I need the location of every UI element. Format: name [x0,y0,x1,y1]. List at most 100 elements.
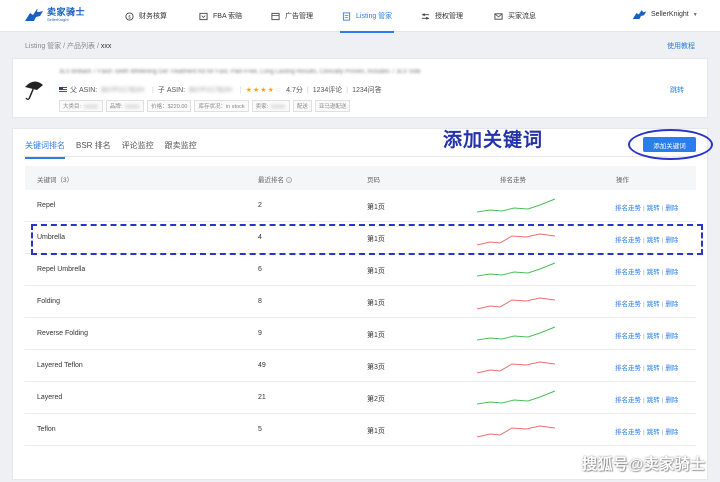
rank-trend-sparkline[interactable] [476,389,556,407]
review-count: 1234评论 [312,87,343,94]
trend-link[interactable]: 排名走势 [615,365,641,372]
divider: | [643,397,645,404]
jump-link[interactable]: 跳转 [647,333,660,340]
row-actions: 排名走势 | 跳转 | 删除 [615,426,678,436]
breadcrumb-product-list[interactable]: 产品列表 [67,43,95,50]
keyword-cell: Layered [37,394,63,401]
header-ops: 操作 [616,177,629,184]
rank-cell: 8 [258,298,262,305]
trend-link[interactable]: 排名走势 [615,269,641,276]
rank-cell: 5 [258,426,262,433]
divider: | [661,269,664,276]
nav-item-finance[interactable]: $ 财务核算 [125,11,167,21]
delete-link[interactable]: 删除 [665,397,678,404]
trend-link[interactable]: 排名走势 [615,205,641,212]
product-image[interactable] [23,77,45,101]
listing-icon [342,11,351,21]
fba-icon [199,12,208,20]
row-actions: 排名走势 | 跳转 | 删除 [615,362,678,372]
delete-link[interactable]: 删除 [665,269,678,276]
table-row: Folding 8 第1页 排名走势 | 跳转 | 删除 [25,286,696,318]
tag-price: 价格：$220.00 [147,100,192,112]
jump-link[interactable]: 跳转 [647,301,660,308]
delete-link[interactable]: 删除 [665,333,678,340]
jump-link[interactable]: 跳转 [647,397,660,404]
rank-trend-sparkline[interactable] [476,197,556,215]
nav-item-buyer-messages[interactable]: 买家流息 [494,11,536,21]
user-menu[interactable]: SellerKnight ▼ [632,8,698,21]
tag-fulfillment: 配送 [292,100,312,112]
divider: | [661,333,664,340]
nav-item-fba-claims[interactable]: FBA 索赔 [199,11,242,21]
product-card: 3LS Brilliant 7 Flash Teeth Whitening Ge… [12,58,708,118]
watermark: 搜狐号@卖家骑士 [582,456,706,473]
nav-item-authorization[interactable]: 授权管理 [421,11,463,21]
keyword-cell: Repel [37,202,56,209]
child-asin-label: 子 ASIN: [157,87,186,94]
product-tags: 大类目: xxxxx 品牌: xxxxx 价格：$220.00 库存状况：in st… [59,100,353,112]
chevron-down-icon: ▼ [692,11,698,18]
help-tutorial-link[interactable]: 使用教程 [667,41,695,51]
divider: | [643,429,645,436]
rank-trend-sparkline[interactable] [476,261,556,279]
jump-link[interactable]: 跳转 [647,429,660,436]
delete-link[interactable]: 删除 [665,205,678,212]
row-actions: 排名走势 | 跳转 | 删除 [615,298,678,308]
ad-icon [271,12,280,20]
breadcrumb-listing-manager[interactable]: Listing 管家 [25,43,61,50]
page-cell: 第1页 [367,204,385,211]
divider: | [661,205,664,212]
trend-link[interactable]: 排名走势 [615,301,641,308]
nav-item-label: 财务核算 [139,13,167,20]
row-actions: 排名走势 | 跳转 | 删除 [615,266,678,276]
breadcrumb: Listing 管家 / 产品列表 / xxx [25,41,111,51]
table-row: Repel 2 第1页 排名走势 | 跳转 | 删除 [25,190,696,222]
table-row: Reverse Folding 9 第1页 排名走势 | 跳转 | 删除 [25,318,696,350]
keyword-cell: Reverse Folding [37,330,88,337]
trend-link[interactable]: 排名走势 [615,429,641,436]
jump-link[interactable]: 跳转 [647,205,660,212]
divider: | [643,205,645,212]
breadcrumb-separator: / [97,43,99,50]
jump-link[interactable]: 跳转 [647,269,660,276]
coin-icon: $ [125,11,134,21]
rank-cell: 6 [258,266,262,273]
nav-item-listing-manager[interactable]: Listing 管家 [339,11,395,33]
rank-trend-sparkline[interactable] [476,293,556,311]
trend-link[interactable]: 排名走势 [615,397,641,404]
divider: | [661,429,664,436]
qa-count: 1234问答 [352,87,382,94]
brand-logo[interactable]: 卖家骑士 SellerKnight [24,7,85,23]
nav-item-label: 授权管理 [435,13,463,20]
divider: | [239,86,242,94]
help-icon[interactable]: ? [286,177,292,184]
us-flag-icon [59,87,67,93]
divider: | [152,86,154,94]
product-jump-link[interactable]: 跳转 [670,85,684,95]
rank-trend-sparkline[interactable] [476,357,556,375]
nav-item-ads[interactable]: 广告管理 [271,11,313,21]
delete-link[interactable]: 删除 [665,429,678,436]
divider: | [643,269,645,276]
parent-asin-label: 父 ASIN: [70,87,98,94]
row-actions: 排名走势 | 跳转 | 删除 [615,394,678,404]
page-cell: 第1页 [367,268,385,275]
divider: | [346,86,349,94]
rank-cell: 49 [258,362,266,369]
table-row: Layered Teflon 49 第3页 排名走势 | 跳转 | 删除 [25,350,696,382]
divider: | [661,301,664,308]
divider: | [643,333,645,340]
keyword-cell: Repel Umbrella [37,266,86,273]
jump-link[interactable]: 跳转 [647,365,660,372]
trend-link[interactable]: 排名走势 [615,333,641,340]
tag-seller: 卖家: xxxxx [251,100,290,112]
rank-trend-sparkline[interactable] [476,421,556,439]
keyword-cell: Layered Teflon [37,362,83,369]
product-title[interactable]: 3LS Brilliant 7 Flash Teeth Whitening Ge… [59,69,539,77]
delete-link[interactable]: 删除 [665,301,678,308]
rank-trend-sparkline[interactable] [476,325,556,343]
tag-brand: 品牌: xxxxx [105,100,145,112]
tag-stock: 库存状况：in stock [194,100,249,112]
add-keyword-button[interactable]: 添加关键词 [643,137,696,152]
delete-link[interactable]: 删除 [665,365,678,372]
